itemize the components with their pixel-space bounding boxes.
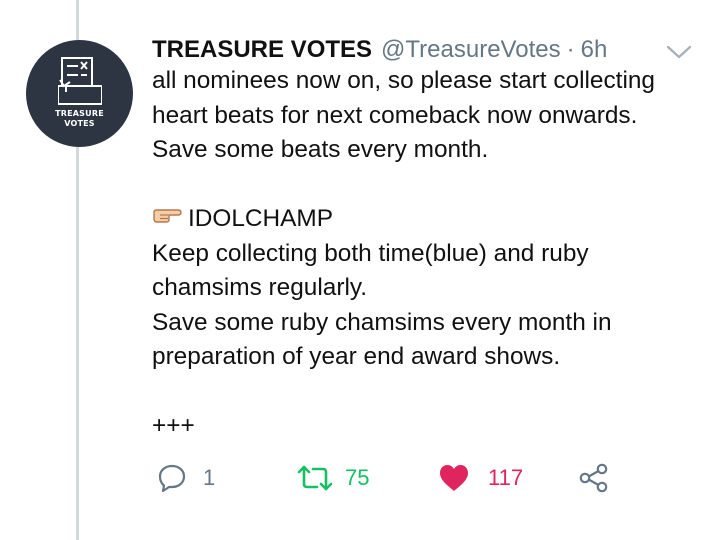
tweet-menu-button[interactable] [666,44,692,65]
tweet-line: Keep collecting both time(blue) and ruby [152,239,589,267]
tweet-line: heart beats for next comeback now onward… [152,101,638,129]
chevron-down-icon [666,45,692,59]
heart-icon [440,465,468,491]
reply-button[interactable]: 1 [157,458,215,498]
tweet-line: Save some beats every month. [152,136,489,163]
separator-dot: · [566,36,575,63]
share-button[interactable] [578,458,610,498]
tweet-line-with-emoji: IDOLCHAMP [152,202,655,237]
retweet-button[interactable]: 75 [297,458,369,498]
like-count: 117 [488,465,524,490]
user-handle[interactable]: @TreasureVotes [381,36,561,64]
tweet-line: chamsims regularly. [152,274,368,301]
like-button[interactable]: 117 [438,458,523,498]
tweet-line: Save some ruby chamsims every month in [152,308,612,336]
display-name[interactable]: TREASURE VOTES [152,36,372,64]
tweet-line: +++ [152,412,195,439]
reply-count: 1 [203,465,216,490]
share-icon [579,463,608,493]
tweet-body: all nominees now on, so please start col… [152,64,655,444]
tweet-actions: 1 75 117 [0,458,720,498]
retweet-count: 75 [345,465,370,490]
tweet-line: preparation of year end award shows. [152,343,561,370]
timestamp[interactable]: 6h [581,36,608,64]
tweet-line [152,375,655,410]
retweet-icon [297,465,333,491]
tweet-line: all nominees now on, so please start col… [152,67,655,94]
ballot-box-icon [58,57,102,105]
avatar[interactable]: TREASURE VOTES [26,40,133,147]
tweet-header: TREASURE VOTES @TreasureVotes · 6h [152,36,607,66]
idolchamp-heading: IDOLCHAMP [188,205,334,232]
tweet-line [152,168,655,203]
reply-icon [158,464,186,493]
avatar-text: TREASURE VOTES [55,109,104,128]
pointing-right-emoji [152,200,182,235]
